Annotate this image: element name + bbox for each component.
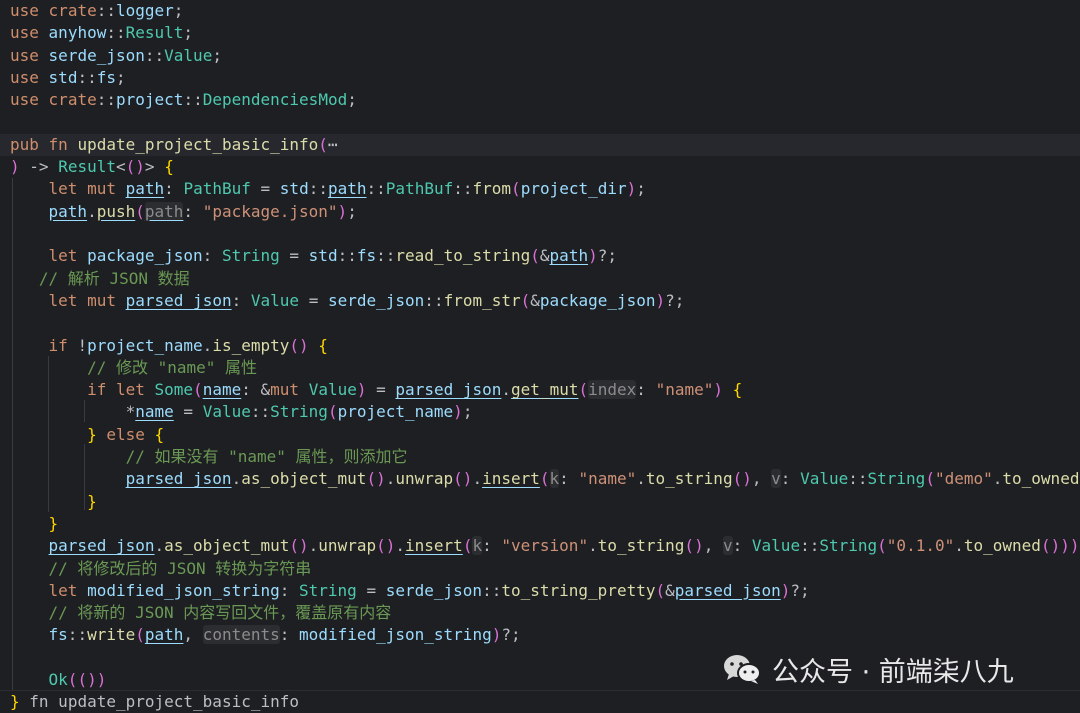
code-line[interactable]: path.push(path: "package.json"); [0, 201, 1080, 223]
wechat-icon [722, 653, 762, 685]
code-line[interactable]: use crate::project::DependenciesMod; [0, 89, 1080, 111]
code-line[interactable]: parsed_json.as_object_mut().unwrap().ins… [0, 535, 1080, 557]
code-line[interactable]: let modified_json_string: String = serde… [0, 580, 1080, 602]
watermark-text: 公众号 · 前端柒八九 [772, 656, 1014, 688]
code-line[interactable]: // 解析 JSON 数据 [0, 268, 1080, 290]
code-line-text: let mut path: PathBuf = std::path::PathB… [48, 179, 646, 199]
code-line[interactable]: } [0, 491, 1080, 513]
code-line-text: pub fn update_project_basic_info(⋯ [10, 134, 338, 154]
code-line-text: Ok(()) [48, 670, 107, 689]
wechat-watermark: 公众号 · 前端柒八九 [722, 648, 1014, 690]
code-line[interactable]: let mut path: PathBuf = std::path::PathB… [0, 178, 1080, 200]
code-line-text: // 将修改后的 JSON 转换为字符串 [48, 558, 312, 578]
code-line[interactable]: let package_json: String = std::fs::read… [0, 245, 1080, 267]
code-line-text: use serde_json::Value; [10, 45, 222, 65]
code-line-text: use crate::logger; [10, 1, 184, 20]
code-line-text: use anyhow::Result; [10, 23, 194, 43]
code-line-text: } [48, 513, 59, 533]
code-line-text: let modified_json_string: String = serde… [48, 580, 810, 600]
code-line[interactable]: ) -> Result<()> { [0, 156, 1080, 178]
code-line[interactable]: parsed_json.as_object_mut().unwrap().ins… [0, 468, 1080, 490]
code-line-text: if let Some(name: &mut Value) = parsed_j… [87, 380, 743, 400]
code-line-text: path.push(path: "package.json"); [48, 201, 357, 221]
code-line-text: parsed_json.as_object_mut().unwrap().ins… [125, 469, 1080, 489]
code-line[interactable]: if let Some(name: &mut Value) = parsed_j… [0, 379, 1080, 401]
code-line-text: use crate::project::DependenciesMod; [10, 90, 357, 110]
code-line[interactable] [0, 223, 1080, 245]
code-line-text: // 将新的 JSON 内容写回文件，覆盖原有内容 [48, 603, 392, 623]
sticky-function-name[interactable]: fn update_project_basic_info [29, 692, 299, 711]
code-line[interactable]: // 将修改后的 JSON 转换为字符串 [0, 558, 1080, 580]
code-line-text: let mut parsed_json: Value = serde_json:… [48, 290, 685, 310]
code-line[interactable]: // 将新的 JSON 内容写回文件，覆盖原有内容 [0, 602, 1080, 624]
code-line[interactable]: let mut parsed_json: Value = serde_json:… [0, 290, 1080, 312]
code-line[interactable]: use crate::logger; [0, 0, 1080, 22]
code-line-text: // 解析 JSON 数据 [38, 268, 190, 288]
code-line-text: if !project_name.is_empty() { [48, 335, 328, 355]
code-line[interactable]: use serde_json::Value; [0, 45, 1080, 67]
code-line[interactable]: if !project_name.is_empty() { [0, 335, 1080, 357]
code-line[interactable]: use anyhow::Result; [0, 22, 1080, 44]
code-line[interactable]: // 修改 "name" 属性 [0, 357, 1080, 379]
code-line-text: // 修改 "name" 属性 [87, 357, 258, 377]
code-line-text: use std::fs; [10, 67, 126, 87]
code-line-text: let package_json: String = std::fs::read… [48, 246, 617, 266]
code-line-text: // 如果没有 "name" 属性，则添加它 [125, 447, 408, 466]
code-line-text: } [87, 491, 97, 511]
code-line[interactable]: *name = Value::String(project_name); [0, 401, 1080, 423]
code-line[interactable]: } else { [0, 424, 1080, 446]
code-line-text: *name = Value::String(project_name); [125, 402, 473, 422]
code-line[interactable] [0, 112, 1080, 134]
code-line-text: fs::write(path, contents: modified_json_… [48, 625, 521, 645]
code-line-text: parsed_json.as_object_mut().unwrap().ins… [48, 536, 1080, 556]
code-line[interactable] [0, 312, 1080, 334]
sticky-brace: } [10, 692, 20, 711]
code-line[interactable]: fs::write(path, contents: modified_json_… [0, 624, 1080, 646]
code-line[interactable]: } [0, 513, 1080, 535]
code-line[interactable]: pub fn update_project_basic_info(⋯ [0, 133, 1080, 156]
sticky-scroll-header[interactable]: } fn update_project_basic_info [0, 690, 1080, 713]
code-line[interactable]: // 如果没有 "name" 属性，则添加它 [0, 446, 1080, 468]
code-line[interactable]: use std::fs; [0, 67, 1080, 89]
code-editor[interactable]: use crate::logger; use anyhow::Result; use… [0, 0, 1080, 712]
code-line-text: } else { [87, 424, 165, 444]
code-line-text: ) -> Result<()> { [10, 157, 174, 177]
